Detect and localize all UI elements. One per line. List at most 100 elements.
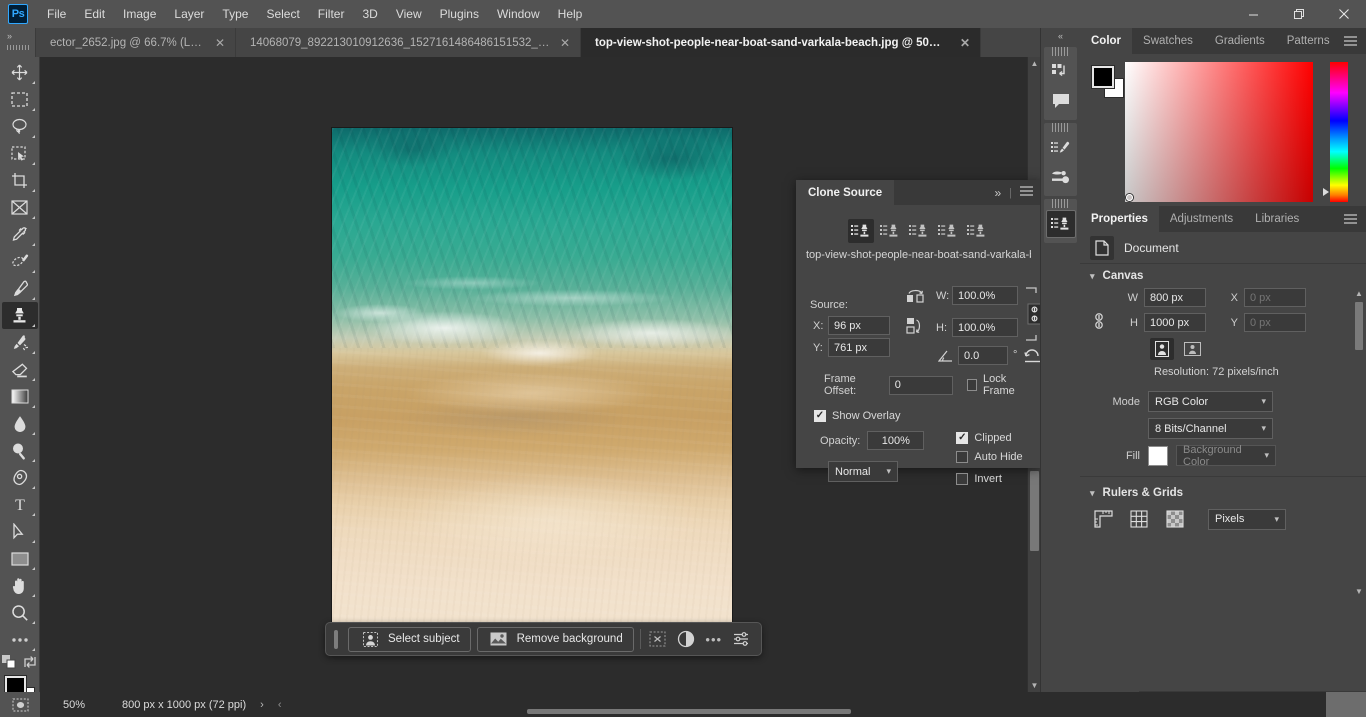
rail-grip-icon[interactable]	[1052, 123, 1069, 132]
color-ramp-marker-icon[interactable]	[1126, 194, 1133, 201]
canvas-height-input[interactable]	[1144, 313, 1206, 332]
menu-type[interactable]: Type	[213, 3, 257, 25]
menu-window[interactable]: Window	[488, 3, 549, 25]
menu-image[interactable]: Image	[114, 3, 165, 25]
minimize-button[interactable]	[1231, 0, 1276, 28]
hand-tool[interactable]	[2, 572, 38, 599]
restore-button[interactable]	[1276, 0, 1321, 28]
move-tool[interactable]	[2, 59, 38, 86]
adjustment-layer-icon[interactable]	[675, 628, 697, 651]
menu-filter[interactable]: Filter	[309, 3, 354, 25]
source-y-input[interactable]	[828, 338, 890, 357]
canvas-x-input[interactable]	[1244, 288, 1306, 307]
rulers-grids-section-header[interactable]: ▾ Rulers & Grids	[1080, 481, 1366, 503]
clone-stamp-tool[interactable]	[1, 302, 38, 329]
clone-source-slot-1[interactable]	[847, 219, 874, 243]
tab-patterns[interactable]: Patterns	[1276, 28, 1341, 54]
select-subject-button[interactable]: Select subject	[348, 626, 471, 652]
scroll-down-icon[interactable]: ▼	[1354, 586, 1364, 598]
rectangular-marquee-tool[interactable]	[2, 86, 38, 113]
menu-help[interactable]: Help	[549, 3, 592, 25]
clone-source-slot-5[interactable]	[964, 219, 990, 243]
tab-swatches[interactable]: Swatches	[1132, 28, 1204, 54]
blur-tool[interactable]	[2, 410, 38, 437]
collapse-panel-icon[interactable]: »	[994, 186, 1001, 200]
scroll-down-icon[interactable]: ▼	[1028, 679, 1040, 692]
color-panel-menu-icon[interactable]	[1344, 28, 1366, 54]
object-selection-tool[interactable]	[2, 140, 38, 167]
document-tab-3[interactable]: top-view-shot-people-near-boat-sand-vark…	[581, 28, 981, 57]
clone-source-slot-2[interactable]	[877, 219, 903, 243]
rotate-angle-input[interactable]	[958, 346, 1008, 365]
flip-horizontal-icon[interactable]	[906, 287, 925, 307]
tab-gradients[interactable]: Gradients	[1204, 28, 1276, 54]
history-panel-icon[interactable]	[1046, 58, 1076, 86]
document-tab-2[interactable]: 14068079_892213010912636_152716148648615…	[236, 28, 581, 57]
rail-grip-icon[interactable]	[1052, 47, 1069, 56]
expand-panels-icon[interactable]: «	[1041, 28, 1080, 44]
bit-depth-select[interactable]: 8 Bits/Channel ▾	[1148, 418, 1273, 439]
menu-file[interactable]: File	[38, 3, 75, 25]
chevron-down-icon[interactable]: ▾	[1090, 488, 1095, 499]
auto-hide-box-icon[interactable]	[956, 451, 969, 463]
status-previous-icon[interactable]: ‹	[278, 699, 282, 711]
hue-slider-marker-icon[interactable]	[1323, 188, 1329, 196]
scroll-up-icon[interactable]: ▲	[1354, 288, 1364, 300]
dodge-tool[interactable]	[2, 437, 38, 464]
color-mode-select[interactable]: RGB Color ▾	[1148, 391, 1273, 412]
document-tab-3-close-icon[interactable]: ✕	[960, 36, 970, 50]
units-select[interactable]: Pixels ▾	[1208, 508, 1286, 530]
reset-transform-icon[interactable]	[1024, 347, 1041, 366]
chevron-down-icon[interactable]: ▾	[1090, 271, 1095, 282]
fill-color-swatch[interactable]	[1148, 445, 1168, 466]
opacity-input[interactable]	[867, 431, 925, 450]
tab-properties[interactable]: Properties	[1080, 206, 1159, 232]
fill-type-select[interactable]: Background Color ▾	[1176, 444, 1276, 468]
task-bar-settings-icon[interactable]	[731, 628, 753, 651]
task-bar-grip-icon[interactable]	[334, 629, 338, 649]
clipped-checkbox[interactable]: Clipped	[956, 432, 1012, 444]
document-tab-1-close-icon[interactable]: ✕	[215, 36, 225, 50]
edit-toolbar-tool[interactable]	[2, 626, 38, 653]
invert-checkbox[interactable]: Invert	[956, 473, 1002, 485]
scrollbar-thumb[interactable]	[1355, 302, 1363, 350]
crop-tool[interactable]	[2, 167, 38, 194]
scroll-up-icon[interactable]: ▲	[1028, 57, 1040, 70]
comments-panel-icon[interactable]	[1046, 87, 1076, 115]
show-overlay-box-icon[interactable]	[814, 410, 826, 422]
flip-vertical-icon[interactable]	[906, 317, 925, 337]
properties-panel-menu-icon[interactable]	[1344, 206, 1366, 232]
brush-settings-panel-icon[interactable]	[1046, 163, 1076, 191]
document-tab-2-close-icon[interactable]: ✕	[560, 36, 570, 50]
source-w-input[interactable]	[952, 286, 1018, 305]
remove-background-button[interactable]: Remove background	[476, 626, 634, 652]
lasso-tool[interactable]	[2, 113, 38, 140]
blend-mode-select[interactable]: Normal ▾	[828, 461, 898, 482]
path-selection-tool[interactable]	[2, 518, 38, 545]
frame-tool[interactable]	[2, 194, 38, 221]
color-ramp[interactable]	[1125, 62, 1313, 202]
menu-3d[interactable]: 3D	[353, 3, 386, 25]
rectangle-tool[interactable]	[2, 545, 38, 572]
transparency-grid-icon[interactable]	[1162, 507, 1188, 531]
pen-tool[interactable]	[2, 464, 38, 491]
source-x-input[interactable]	[828, 316, 890, 335]
landscape-orientation-button[interactable]	[1180, 338, 1204, 360]
status-expand-icon[interactable]: ›	[260, 699, 264, 711]
more-options-icon[interactable]: •••	[703, 628, 725, 651]
menu-layer[interactable]: Layer	[165, 3, 213, 25]
close-button[interactable]	[1321, 0, 1366, 28]
source-h-input[interactable]	[952, 318, 1018, 337]
hue-slider[interactable]	[1323, 62, 1348, 202]
tab-clone-source[interactable]: Clone Source	[796, 180, 895, 205]
clipped-box-icon[interactable]	[956, 432, 969, 444]
canvas-width-input[interactable]	[1144, 288, 1206, 307]
clone-source-slot-3[interactable]	[906, 219, 932, 243]
menu-edit[interactable]: Edit	[75, 3, 114, 25]
document-image[interactable]	[332, 128, 732, 628]
lock-frame-box-icon[interactable]	[966, 379, 977, 391]
horizontal-type-tool[interactable]: T	[2, 491, 38, 518]
tab-libraries[interactable]: Libraries	[1244, 206, 1310, 232]
color-panel-foreground-swatch[interactable]	[1091, 65, 1115, 89]
tab-color[interactable]: Color	[1080, 28, 1133, 54]
